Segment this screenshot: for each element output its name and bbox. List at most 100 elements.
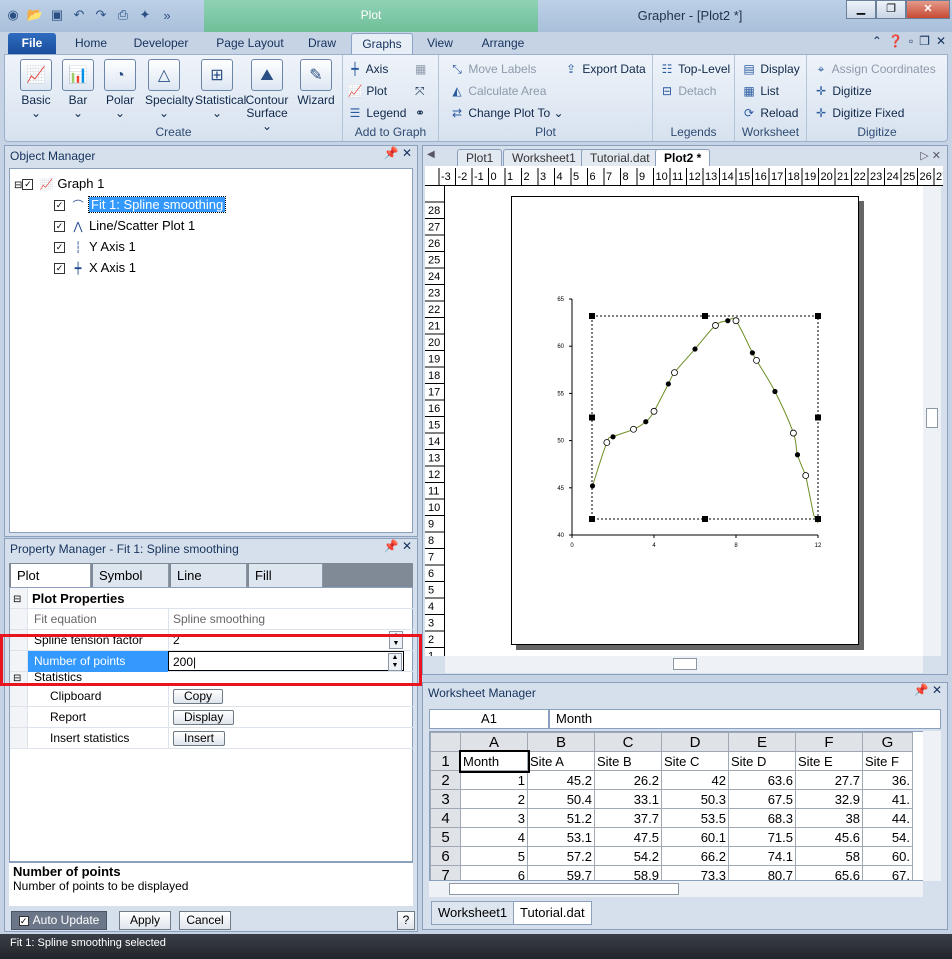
table-cell[interactable]: Month bbox=[458, 749, 530, 773]
table-cell[interactable]: 71.5 bbox=[728, 827, 796, 847]
aux-icon-1[interactable]: ▦ bbox=[415, 59, 426, 79]
wizard-button[interactable]: ✎ Wizard bbox=[295, 59, 337, 107]
plot-vertical-scrollbar[interactable] bbox=[923, 186, 941, 656]
tab-draw[interactable]: Draw bbox=[300, 33, 344, 54]
cell-reference[interactable]: A1 bbox=[429, 709, 549, 729]
app-logo-icon[interactable]: ◉ bbox=[4, 6, 22, 24]
table-cell[interactable]: 51.2 bbox=[527, 808, 595, 828]
tree-item-fit[interactable]: ✓ ⌒ Fit 1: Spline smoothing bbox=[54, 196, 227, 214]
display-button[interactable]: ▤ Display bbox=[741, 59, 799, 79]
tab-fill[interactable]: Fill bbox=[249, 564, 323, 587]
plot-horizontal-scrollbar[interactable] bbox=[445, 656, 923, 673]
tab-developer[interactable]: Developer bbox=[126, 33, 196, 54]
table-cell[interactable]: 1 bbox=[460, 770, 528, 790]
table-cell[interactable]: 60. bbox=[862, 846, 913, 866]
table-cell[interactable]: 47.5 bbox=[594, 827, 662, 847]
pin-icon[interactable]: 📌 bbox=[384, 146, 399, 160]
selection-handle[interactable] bbox=[815, 312, 821, 319]
doc-tab-plot1[interactable]: Plot1 bbox=[457, 149, 503, 166]
row-header[interactable]: 2 bbox=[430, 770, 461, 790]
data-point[interactable] bbox=[749, 350, 755, 356]
plot-button[interactable]: 📈 Plot bbox=[347, 81, 388, 101]
scroll-thumb[interactable] bbox=[673, 658, 697, 670]
contour-surface-button[interactable]: ⛰ Contour Surface ⌄ bbox=[243, 59, 291, 133]
data-point[interactable] bbox=[802, 472, 810, 479]
digitize-button[interactable]: ✛ Digitize bbox=[813, 81, 872, 101]
worksheet-vertical-scrollbar[interactable] bbox=[923, 731, 941, 881]
reload-button[interactable]: ⟳ Reload bbox=[741, 103, 798, 123]
table-cell[interactable]: 80.7 bbox=[728, 865, 796, 880]
table-cell[interactable]: 54.2 bbox=[594, 846, 662, 866]
table-cell[interactable]: 2 bbox=[460, 789, 528, 809]
table-cell[interactable]: 68.3 bbox=[728, 808, 796, 828]
tab-page-layout[interactable]: Page Layout bbox=[208, 33, 292, 54]
doc-close-icon[interactable]: ✕ bbox=[936, 34, 946, 48]
table-cell[interactable]: 33.1 bbox=[594, 789, 662, 809]
table-cell[interactable]: 4 bbox=[460, 827, 528, 847]
column-header[interactable]: G bbox=[862, 732, 913, 752]
table-cell[interactable]: 73.3 bbox=[661, 865, 729, 880]
top-level-button[interactable]: ☷ Top-Level bbox=[659, 59, 731, 79]
export-data-button[interactable]: ⇪ Export Data bbox=[563, 59, 646, 79]
row-header[interactable]: 7 bbox=[430, 865, 461, 880]
auto-update-toggle[interactable]: ✓ Auto Update bbox=[11, 911, 107, 930]
table-cell[interactable]: 53.1 bbox=[527, 827, 595, 847]
column-header[interactable]: D bbox=[661, 732, 729, 752]
cancel-button[interactable]: Cancel bbox=[179, 911, 231, 930]
column-header[interactable]: A bbox=[460, 732, 528, 752]
data-point[interactable] bbox=[692, 346, 698, 352]
doc-close-icon[interactable]: ✕ bbox=[932, 150, 941, 162]
tab-graphs[interactable]: Graphs bbox=[351, 33, 413, 54]
data-point[interactable] bbox=[725, 318, 731, 324]
tree-item-xaxis[interactable]: ✓ ┿ X Axis 1 bbox=[54, 259, 136, 277]
tab-arrange[interactable]: Arrange bbox=[472, 33, 534, 54]
scroll-thumb[interactable] bbox=[449, 883, 679, 895]
table-cell[interactable]: 67. bbox=[862, 865, 913, 880]
table-cell[interactable]: 45.6 bbox=[795, 827, 863, 847]
table-cell[interactable]: 37.7 bbox=[594, 808, 662, 828]
visibility-checkbox[interactable]: ✓ bbox=[54, 242, 65, 254]
plot-canvas[interactable]: 0 4 8 12 40 45 50 55 60 65 bbox=[445, 186, 923, 656]
maximize-button[interactable]: ❐ bbox=[876, 0, 906, 19]
data-point[interactable] bbox=[772, 388, 778, 395]
selection-handle[interactable] bbox=[702, 312, 708, 319]
polar-button[interactable]: ◔ Polar ⌄ bbox=[101, 59, 139, 120]
table-cell[interactable]: Site B bbox=[594, 751, 662, 771]
data-point[interactable] bbox=[789, 429, 797, 437]
table-cell[interactable]: 41. bbox=[862, 789, 913, 809]
save-icon[interactable]: ▣ bbox=[48, 6, 66, 24]
digitize-fixed-button[interactable]: ✛ Digitize Fixed bbox=[813, 103, 904, 123]
table-cell[interactable]: 63.6 bbox=[728, 770, 796, 790]
open-icon[interactable]: 📂 bbox=[26, 6, 44, 24]
table-cell[interactable]: 50.3 bbox=[661, 789, 729, 809]
basic-button[interactable]: 📈 Basic ⌄ bbox=[17, 59, 55, 120]
column-header[interactable]: E bbox=[728, 732, 796, 752]
data-point[interactable] bbox=[610, 434, 616, 440]
visibility-checkbox[interactable]: ✓ bbox=[54, 263, 65, 275]
more-icon[interactable]: » bbox=[158, 6, 176, 24]
change-plot-to-button[interactable]: ⇄ Change Plot To ⌄ bbox=[449, 103, 564, 123]
assign-coordinates-button[interactable]: ⌖ Assign Coordinates bbox=[813, 59, 936, 79]
table-cell[interactable]: 6 bbox=[460, 865, 528, 880]
row-header[interactable]: 6 bbox=[430, 846, 461, 866]
table-cell[interactable]: 54. bbox=[862, 827, 913, 847]
table-cell[interactable]: 57.2 bbox=[527, 846, 595, 866]
selection-handle[interactable] bbox=[815, 516, 821, 522]
panel-close-icon[interactable]: ✕ bbox=[402, 539, 412, 553]
calculate-area-button[interactable]: ◭ Calculate Area bbox=[449, 81, 546, 101]
selection-box[interactable] bbox=[591, 315, 819, 520]
doc-tab-tutorial[interactable]: Tutorial.dat bbox=[581, 149, 659, 166]
data-point[interactable] bbox=[665, 381, 671, 387]
tree-item-lineplot[interactable]: ✓ ⋀ Line/Scatter Plot 1 bbox=[54, 217, 195, 235]
table-cell[interactable]: Site E bbox=[795, 751, 863, 771]
table-cell[interactable]: Site C bbox=[661, 751, 729, 771]
tab-scroll-right-icon[interactable]: ▷ bbox=[920, 150, 928, 162]
column-header[interactable]: F bbox=[795, 732, 863, 752]
table-cell[interactable]: 27.7 bbox=[795, 770, 863, 790]
aux-icon-3[interactable]: ⚭ bbox=[415, 103, 425, 123]
table-cell[interactable]: 38 bbox=[795, 808, 863, 828]
visibility-checkbox[interactable]: ✓ bbox=[22, 179, 34, 191]
table-cell[interactable]: 36. bbox=[862, 770, 913, 790]
specialty-button[interactable]: △ Specialty ⌄ bbox=[145, 59, 194, 120]
detach-button[interactable]: ⊟ Detach bbox=[659, 81, 716, 101]
